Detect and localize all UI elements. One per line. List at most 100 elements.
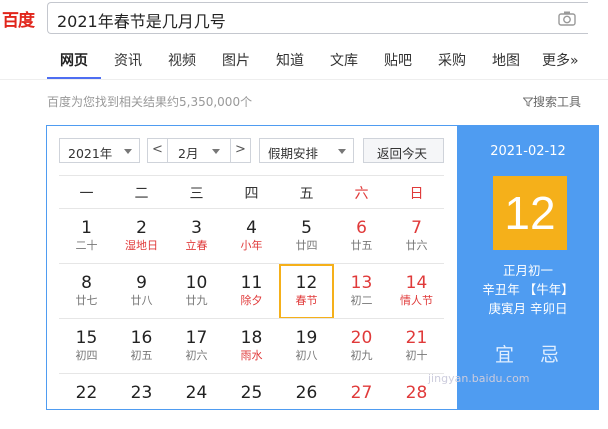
day-cell[interactable]: 25 [224,374,279,429]
weekday-label: 三 [189,186,204,202]
day-number: 1 [81,218,92,238]
tab-web[interactable]: 网页 [60,50,88,70]
tab-zhidao[interactable]: 知道 [276,50,304,70]
day-number: 2 [136,218,147,238]
day-number: 24 [185,383,208,403]
result-count: 百度为您找到相关结果约5,350,000个 [47,95,253,109]
holiday-select[interactable]: 假期安排 [259,138,354,163]
tab-video[interactable]: 视频 [168,50,196,70]
caret-down-icon [338,149,346,154]
day-cell[interactable]: 1 二十 [59,209,114,264]
tab-purchase[interactable]: 采购 [438,50,466,70]
month-select-value[interactable]: 2月 [178,143,198,162]
day-cell[interactable]: 24 [169,374,224,429]
selected-day-cell[interactable]: 12 春节 [279,264,334,319]
day-number: 27 [350,383,373,403]
day-cell[interactable]: 18 雨水 [224,319,279,374]
day-cell[interactable]: 6 廿五 [334,209,389,264]
day-number: 17 [185,328,208,348]
camera-icon[interactable] [558,10,576,26]
day-cell[interactable]: 11 除夕 [224,264,279,319]
lunar-label: 廿四 [295,239,318,252]
caret-down-icon[interactable] [212,149,220,154]
weekday-label: 四 [244,186,259,202]
tab-news[interactable]: 资讯 [114,50,142,70]
year-select-value: 2021年 [68,146,113,161]
day-number: 23 [130,383,153,403]
lunar-label: 初九 [350,349,373,362]
day-number: 7 [411,218,422,238]
day-number: 10 [185,273,208,293]
day-number: 3 [191,218,202,238]
day-detail-panel: 2021-02-12 12 正月初一 辛丑年 【牛年】 庚寅月 辛卯日 宜 忌 [457,126,599,409]
lunar-label: 立春 [185,239,208,252]
day-cell[interactable]: 15 初四 [59,319,114,374]
day-cell[interactable]: 16 初五 [114,319,169,374]
watermark: jingyan.baidu.com [428,372,530,385]
baidu-logo[interactable]: 百度 [2,6,35,31]
day-cell[interactable]: 13 初二 [334,264,389,319]
day-cell[interactable]: 20 初九 [334,319,389,374]
lunar-label: 廿九 [185,294,208,307]
day-cell[interactable]: 21 初十 [389,319,444,374]
chevron-left-icon[interactable]: < [148,139,168,162]
day-cell[interactable]: 17 初六 [169,319,224,374]
lunar-label: 初八 [295,349,318,362]
day-cell[interactable]: 10 廿九 [169,264,224,319]
day-cell[interactable]: 26 [279,374,334,429]
month-picker: < 2月 > [147,138,251,163]
day-number: 15 [75,328,98,348]
active-tab-indicator [47,77,101,79]
day-number: 12 [295,273,318,293]
day-cell[interactable]: 4 小年 [224,209,279,264]
top-bar: 百度 2021年春节是几月几号 [0,0,608,36]
search-box[interactable]: 2021年春节是几月几号 [47,2,588,34]
day-number: 13 [350,273,373,293]
day-number: 14 [405,273,428,293]
tab-images[interactable]: 图片 [222,50,250,70]
lunar-label: 雨水 [240,349,263,362]
tab-wenku[interactable]: 文库 [330,50,358,70]
nav-tabs: 网页 资讯 视频 图片 知道 文库 贴吧 采购 地图 更多» [0,36,608,80]
day-number: 16 [130,328,153,348]
day-number: 25 [240,383,263,403]
day-cell[interactable]: 14 情人节 [389,264,444,319]
day-number: 26 [295,383,318,403]
funnel-icon [522,97,534,107]
search-input[interactable]: 2021年春节是几月几号 [57,8,226,32]
lunar-label: 春节 [295,294,318,307]
lunar-label: 廿七 [75,294,98,307]
tab-tieba[interactable]: 贴吧 [384,50,412,70]
today-button[interactable]: 返回今天 [363,138,444,163]
lunar-label: 廿六 [405,239,428,252]
lunar-label: 初四 [75,349,98,362]
day-cell[interactable]: 2 湿地日 [114,209,169,264]
day-number: 11 [240,273,263,293]
day-cell[interactable]: 27 [334,374,389,429]
lunar-label: 初五 [130,349,153,362]
tab-more[interactable]: 更多» [542,50,579,70]
day-cell[interactable]: 23 [114,374,169,429]
day-number: 5 [301,218,312,238]
year-select[interactable]: 2021年 [59,138,140,163]
ganzhi-year: 辛丑年 【牛年】 [482,282,574,297]
day-cell[interactable]: 19 初八 [279,319,334,374]
chevron-right-icon[interactable]: > [230,139,250,162]
day-number: 8 [81,273,92,293]
selected-date: 2021-02-12 [490,144,566,159]
weekday-label: 二 [134,186,149,202]
lunar-label: 情人节 [400,294,433,307]
day-cell[interactable]: 7 廿六 [389,209,444,264]
day-cell[interactable]: 22 [59,374,114,429]
day-cell[interactable]: 9 廿八 [114,264,169,319]
search-tools-button[interactable]: 搜索工具 [522,93,581,110]
calendar-card: 2021年 < 2月 > 假期安排 返回今天 一二三四五六日 1 二十 2 湿地日 3 立… [46,125,599,410]
tab-map[interactable]: 地图 [492,50,520,70]
holiday-select-value: 假期安排 [268,146,319,161]
day-number: 6 [356,218,367,238]
day-cell[interactable]: 5 廿四 [279,209,334,264]
weekday-label: 六 [354,186,369,202]
day-cell[interactable]: 8 廿七 [59,264,114,319]
day-cell[interactable]: 3 立春 [169,209,224,264]
weekday-label: 一 [79,186,94,202]
